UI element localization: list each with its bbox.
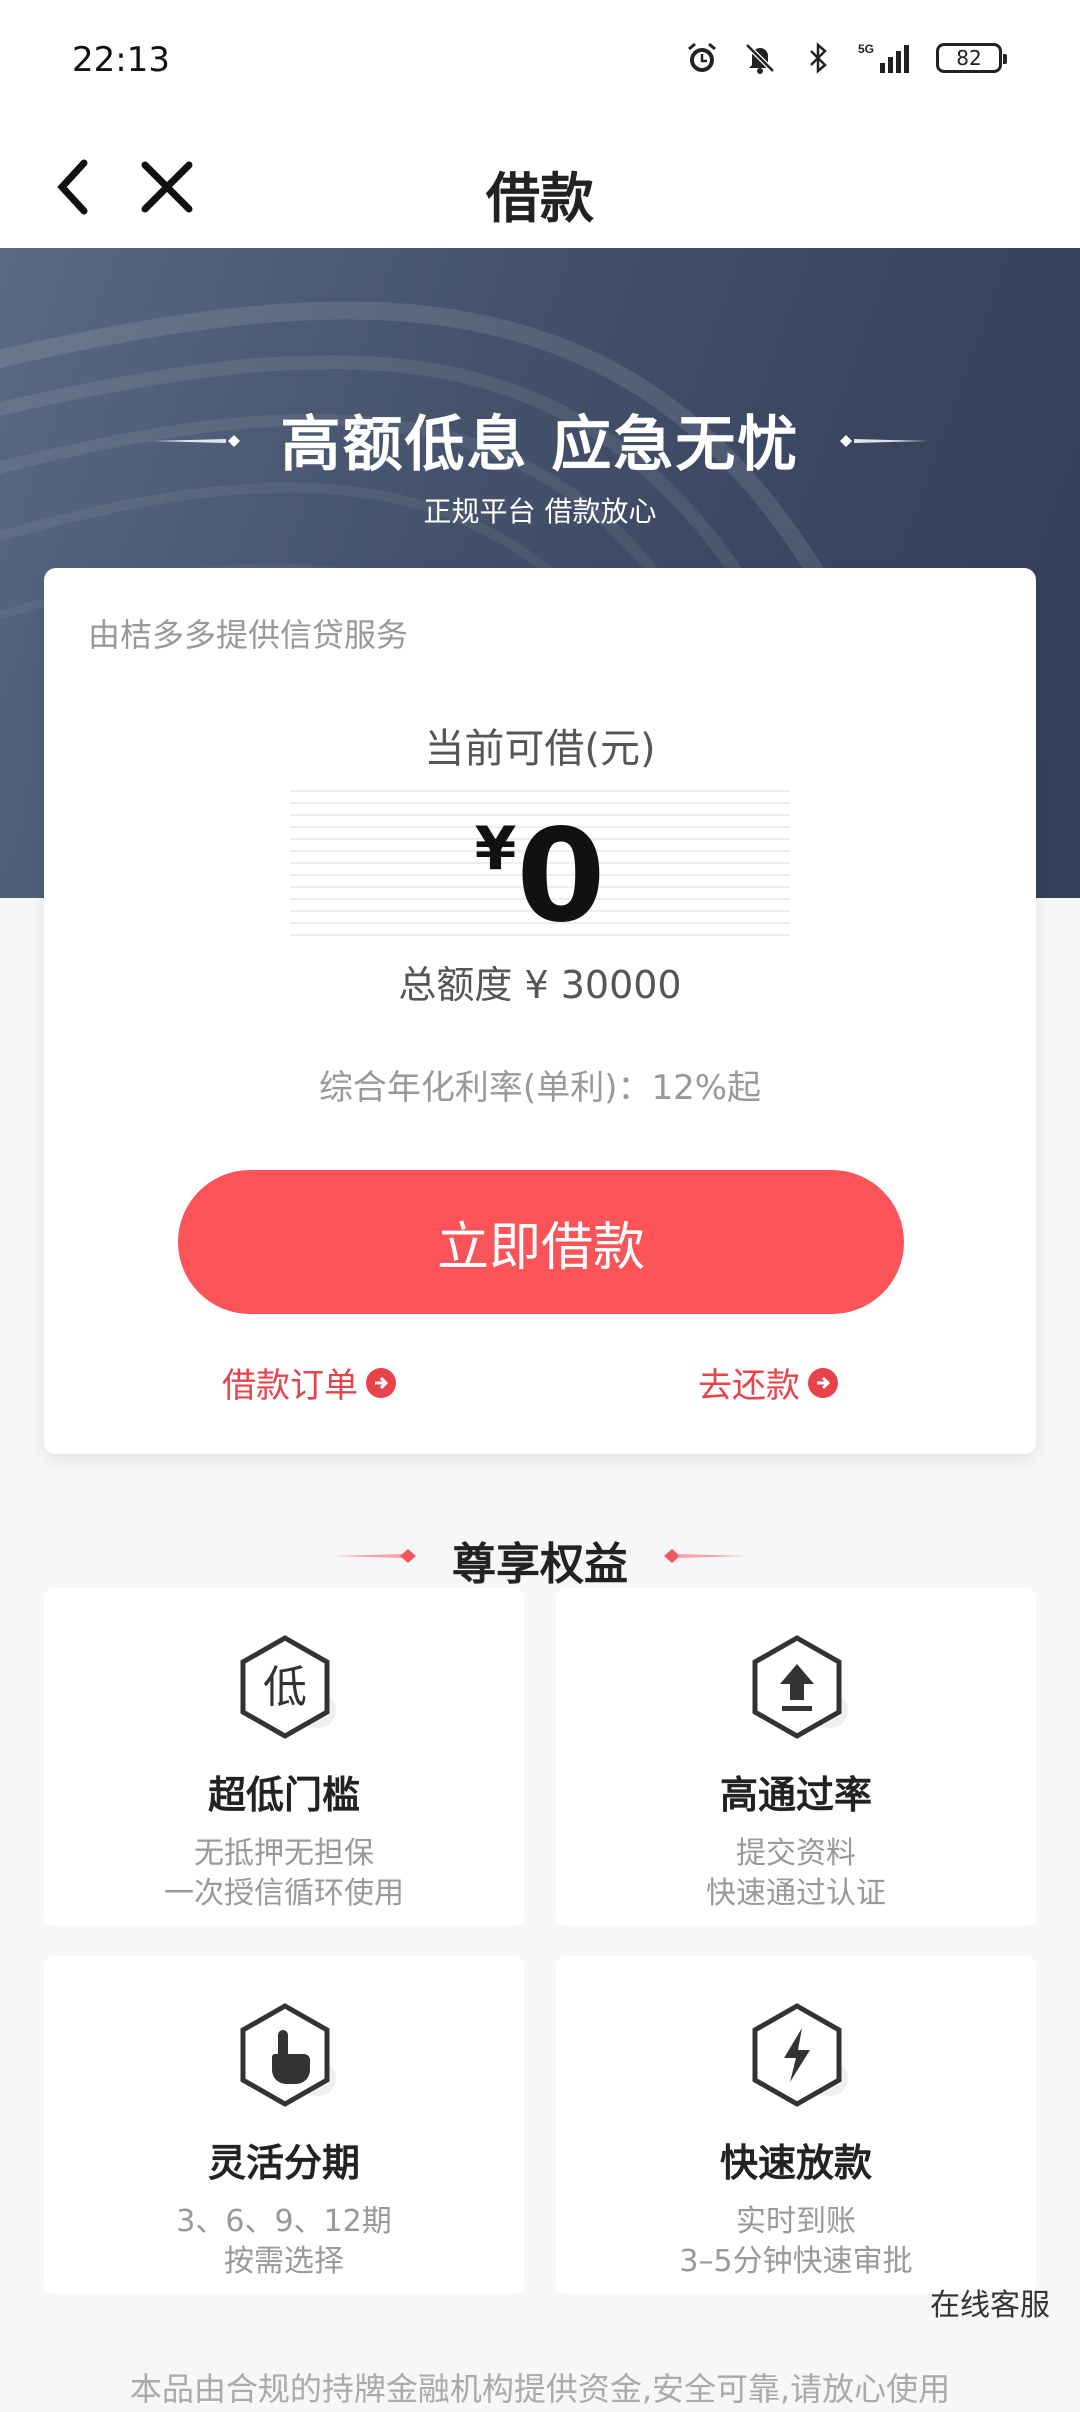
loan-card: 由桔多多提供信贷服务 当前可借(元) ¥0 总额度 ¥ 30000 综合年化利率… [44, 568, 1036, 1454]
mute-bell-icon [742, 40, 778, 76]
benefit-desc-2: 一次授信循环使用 [164, 1876, 404, 1911]
repay-link[interactable]: 去还款 [698, 1358, 838, 1407]
loan-orders-label: 借款订单 [222, 1366, 358, 1406]
status-bar: 22:13 5G 82 [0, 0, 1080, 124]
interest-rate: 综合年化利率(单利)：12%起 [318, 1068, 762, 1108]
benefit-desc-1: 实时到账 [736, 2204, 856, 2239]
arrow-right-circle-icon [808, 1367, 838, 1398]
status-time: 22:13 [72, 40, 170, 80]
benefit-desc-1: 3、6、9、12期 [176, 2204, 392, 2239]
section-deco-right [664, 1549, 746, 1563]
bluetooth-icon [800, 40, 836, 76]
benefit-card-fast-disbursement: 快速放款 实时到账 3–5分钟快速审批 [556, 1956, 1036, 2294]
status-icons: 5G 82 [684, 40, 1007, 76]
amount-value: 0 [516, 802, 606, 951]
benefit-title: 灵活分期 [207, 2141, 360, 2185]
repay-label: 去还款 [698, 1366, 800, 1406]
battery-indicator: 82 [936, 43, 1007, 73]
benefit-desc-1: 无抵押无担保 [194, 1836, 374, 1871]
banner-subtitle: 正规平台 借款放心 [423, 495, 657, 528]
benefit-title: 高通过率 [719, 1773, 872, 1817]
benefit-desc-2: 按需选择 [224, 2244, 344, 2279]
available-amount: ¥0 [44, 802, 1036, 951]
footer-disclaimer: 本品由合规的持牌金融机构提供资金,安全可靠,请放心使用 [129, 2370, 951, 2408]
benefit-desc-2: 3–5分钟快速审批 [679, 2244, 913, 2279]
benefit-title: 超低门槛 [207, 1773, 360, 1817]
title-deco-right [840, 435, 928, 447]
page-title: 借款 [486, 167, 594, 230]
provider-text: 由桔多多提供信贷服务 [88, 616, 409, 654]
total-limit: 总额度 ¥ 30000 [398, 963, 682, 1007]
nav-bar: 借款 [0, 124, 1080, 248]
benefit-card-flexible-installments: 灵活分期 3、6、9、12期 按需选择 [44, 1956, 524, 2294]
loan-orders-link[interactable]: 借款订单 [222, 1358, 396, 1407]
benefit-title: 快速放款 [719, 2141, 872, 2185]
signal-icon: 5G [858, 40, 914, 76]
upload-arrow-icon [752, 1635, 848, 1739]
benefit-card-high-approval: 高通过率 提交资料 快速通过认证 [556, 1588, 1036, 1926]
available-label: 当前可借(元) [424, 726, 656, 772]
arrow-right-circle-icon [366, 1367, 396, 1398]
low-icon: 低 [240, 1635, 336, 1739]
borrow-now-button[interactable]: 立即借款 [178, 1170, 904, 1314]
currency-symbol: ¥ [474, 814, 517, 884]
benefit-desc-2: 快速通过认证 [706, 1876, 886, 1911]
benefit-desc-1: 提交资料 [736, 1836, 856, 1871]
svg-text:5G: 5G [858, 42, 874, 56]
benefits-title: 尊享权益 [452, 1539, 628, 1590]
lightning-icon [752, 2003, 848, 2107]
low-badge-text: 低 [263, 1662, 307, 1713]
benefit-card-low-threshold: 低 超低门槛 无抵押无担保 一次授信循环使用 [44, 1588, 524, 1926]
tap-hand-icon [240, 2003, 336, 2107]
battery-level: 82 [956, 46, 982, 70]
alarm-icon [684, 40, 720, 76]
online-service-button[interactable]: 在线客服 [930, 2280, 1050, 2324]
